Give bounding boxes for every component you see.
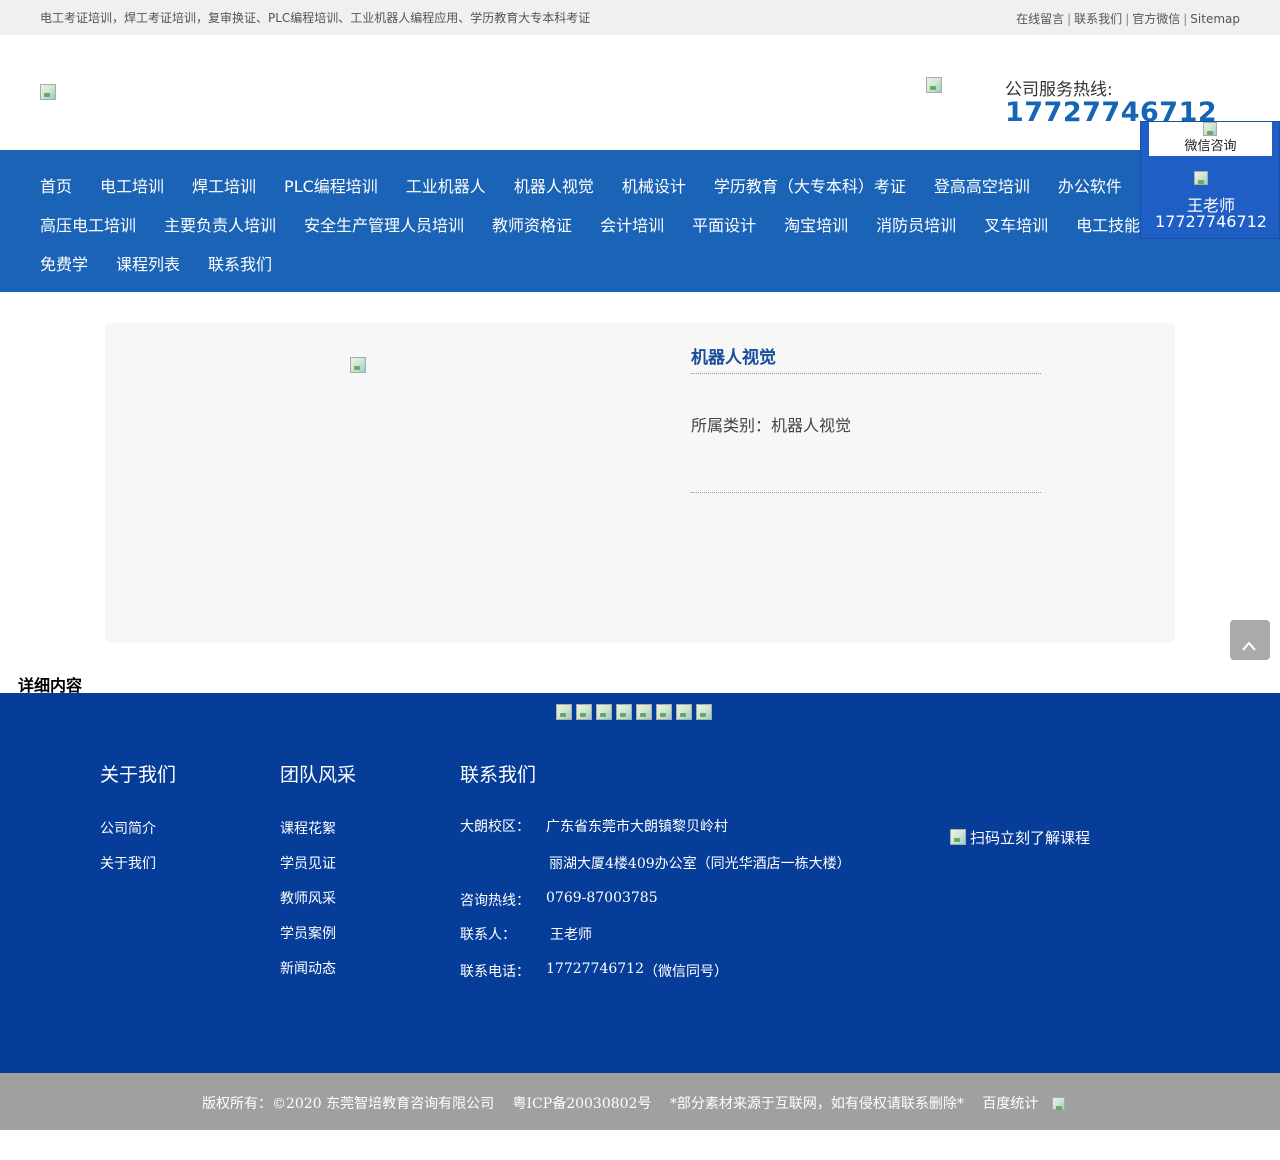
header: 公司服务热线: 17727746712 bbox=[0, 35, 1280, 150]
nav-item-education[interactable]: 学历教育（大专本科）考证 bbox=[714, 173, 906, 197]
qr-caption: 扫码立刻了解课程 bbox=[970, 829, 1091, 847]
teacher-phone[interactable]: 17727746712 bbox=[1141, 212, 1280, 231]
footer-link-testimonials[interactable]: 学员见证 bbox=[280, 853, 336, 873]
copyright-notice: *部分素材来源于互联网，如有侵权请联系删除* bbox=[669, 1096, 964, 1112]
stats-badge-image bbox=[1052, 1097, 1066, 1110]
footer-strip-image[interactable] bbox=[636, 704, 652, 720]
floating-contact-widget: 微信咨询 王老师 17727746712 bbox=[1140, 121, 1280, 239]
qr-code-block: 扫码立刻了解课程 bbox=[950, 827, 1090, 848]
nav-row: 高压电工培训 主要负责人培训 安全生产管理人员培训 教师资格证 会计培训 平面设… bbox=[40, 212, 1168, 236]
nav-item-industrial-robot[interactable]: 工业机器人 bbox=[406, 173, 486, 197]
top-strip: 电工考证培训，焊工考证培训，复审换证、PLC编程培训、工业机器人编程应用、学历教… bbox=[0, 0, 1280, 35]
hotline-value-footer: 0769-87003785 bbox=[546, 890, 658, 906]
footer-link-course-highlights[interactable]: 课程花絮 bbox=[280, 818, 336, 838]
product-category: 所属类别：机器人视觉 bbox=[691, 416, 852, 435]
nav-item-safety-manager[interactable]: 安全生产管理人员培训 bbox=[304, 212, 464, 236]
nav-item-office-software[interactable]: 办公软件 bbox=[1058, 173, 1122, 197]
top-link-wechat[interactable]: 官方微信 bbox=[1132, 12, 1180, 26]
divider bbox=[691, 492, 1041, 493]
divider bbox=[691, 373, 1041, 374]
nav-item-taobao[interactable]: 淘宝培训 bbox=[784, 212, 848, 236]
wechat-qr-image bbox=[1203, 122, 1217, 136]
footer-strip-image[interactable] bbox=[656, 704, 672, 720]
teacher-icon bbox=[1194, 171, 1208, 185]
product-card: 机器人视觉 所属类别：机器人视觉 bbox=[105, 323, 1175, 643]
top-links: 在线留言 | 联系我们 | 官方微信 | Sitemap bbox=[1016, 10, 1240, 27]
nav-item-electrician-skills[interactable]: 电工技能 bbox=[1076, 212, 1140, 236]
nav-item-high-voltage[interactable]: 高压电工培训 bbox=[40, 212, 136, 236]
footer-strip-image[interactable] bbox=[596, 704, 612, 720]
nav-item-electrician[interactable]: 电工培训 bbox=[100, 173, 164, 197]
qr-code-image bbox=[950, 829, 966, 845]
nav-item-graphic-design[interactable]: 平面设计 bbox=[692, 212, 756, 236]
copyright-text: 版权所有：©2020 东莞智培教育咨询有限公司 bbox=[202, 1096, 495, 1112]
arrow-up-icon bbox=[1242, 636, 1256, 651]
copyright-bar: 版权所有：©2020 东莞智培教育咨询有限公司 粤ICP备20030802号 *… bbox=[0, 1073, 1280, 1130]
phone-label: 联系电话： bbox=[460, 964, 530, 980]
nav-row: 首页 电工培训 焊工培训 PLC编程培训 工业机器人 机器人视觉 机械设计 学历… bbox=[40, 173, 1150, 197]
wechat-consult-box[interactable]: 微信咨询 bbox=[1149, 122, 1272, 156]
footer-strip-image[interactable] bbox=[696, 704, 712, 720]
footer-strip-image[interactable] bbox=[556, 704, 572, 720]
campus-address-line1: 广东省东莞市大朗镇黎贝岭村 bbox=[546, 819, 728, 835]
nav-item-height-work[interactable]: 登高高空培训 bbox=[934, 173, 1030, 197]
phone-icon bbox=[926, 77, 942, 93]
separator: | bbox=[1125, 12, 1130, 26]
nav-item-course-list[interactable]: 课程列表 bbox=[116, 251, 180, 275]
campus-address-line2: 丽湖大厦4楼409办公室（同光华酒店一栋大楼） bbox=[549, 856, 851, 872]
nav-item-mechanical-design[interactable]: 机械设计 bbox=[622, 173, 686, 197]
footer-title-contact: 联系我们 bbox=[460, 764, 537, 786]
nav-item-forklift[interactable]: 叉车培训 bbox=[984, 212, 1048, 236]
top-link-contact[interactable]: 联系我们 bbox=[1074, 12, 1122, 26]
top-link-sitemap[interactable]: Sitemap bbox=[1190, 12, 1240, 26]
footer-title-about: 关于我们 bbox=[100, 764, 177, 786]
top-link-message[interactable]: 在线留言 bbox=[1016, 12, 1064, 26]
site-tagline: 电工考证培训，焊工考证培训，复审换证、PLC编程培训、工业机器人编程应用、学历教… bbox=[40, 11, 591, 25]
nav-item-teacher-cert[interactable]: 教师资格证 bbox=[492, 212, 572, 236]
nav-item-robot-vision[interactable]: 机器人视觉 bbox=[514, 173, 594, 197]
footer-link-student-cases[interactable]: 学员案例 bbox=[280, 923, 336, 943]
hotline-label-footer: 咨询热线： bbox=[460, 893, 530, 909]
nav-item-free-learn[interactable]: 免费学 bbox=[40, 251, 88, 275]
footer-strip-image[interactable] bbox=[616, 704, 632, 720]
phone-note: （微信同号） bbox=[644, 964, 728, 980]
footer-link-news[interactable]: 新闻动态 bbox=[280, 958, 336, 978]
copyright-line: 版权所有：©2020 东莞智培教育咨询有限公司 粤ICP备20030802号 *… bbox=[202, 1093, 1079, 1113]
footer-title-team: 团队风采 bbox=[280, 764, 357, 786]
contact-person-value: 王老师 bbox=[550, 927, 592, 943]
back-to-top-button[interactable] bbox=[1230, 620, 1270, 660]
nav-row: 免费学 课程列表 联系我们 bbox=[40, 251, 300, 275]
nav-item-home[interactable]: 首页 bbox=[40, 173, 72, 197]
campus-label: 大朗校区： bbox=[460, 819, 530, 835]
wechat-consult-label: 微信咨询 bbox=[1184, 139, 1237, 154]
baidu-stats-link[interactable]: 百度统计 bbox=[982, 1096, 1038, 1112]
footer-link-company-intro[interactable]: 公司简介 bbox=[100, 818, 156, 838]
footer: 关于我们 公司简介 关于我们 团队风采 课程花絮 学员见证 教师风采 学员案例 … bbox=[0, 693, 1280, 1073]
footer-image-strip bbox=[556, 704, 712, 720]
nav-item-firefighter[interactable]: 消防员培训 bbox=[876, 212, 956, 236]
nav-item-principal[interactable]: 主要负责人培训 bbox=[164, 212, 276, 236]
site-logo[interactable] bbox=[40, 84, 56, 100]
main-nav: 首页 电工培训 焊工培训 PLC编程培训 工业机器人 机器人视觉 机械设计 学历… bbox=[0, 150, 1280, 292]
separator: | bbox=[1067, 12, 1072, 26]
product-title: 机器人视觉 bbox=[691, 348, 776, 368]
phone-value: 17727746712 bbox=[546, 961, 644, 977]
footer-strip-image[interactable] bbox=[576, 704, 592, 720]
footer-link-teachers[interactable]: 教师风采 bbox=[280, 888, 336, 908]
nav-item-welding[interactable]: 焊工培训 bbox=[192, 173, 256, 197]
nav-item-accounting[interactable]: 会计培训 bbox=[600, 212, 664, 236]
contact-person-label: 联系人： bbox=[460, 927, 516, 943]
product-image bbox=[350, 357, 366, 373]
separator: | bbox=[1183, 12, 1188, 26]
nav-item-contact[interactable]: 联系我们 bbox=[208, 251, 272, 275]
nav-item-plc[interactable]: PLC编程培训 bbox=[284, 173, 378, 197]
footer-link-about-us[interactable]: 关于我们 bbox=[100, 853, 156, 873]
icp-link[interactable]: 粤ICP备20030802号 bbox=[513, 1096, 652, 1112]
footer-strip-image[interactable] bbox=[676, 704, 692, 720]
